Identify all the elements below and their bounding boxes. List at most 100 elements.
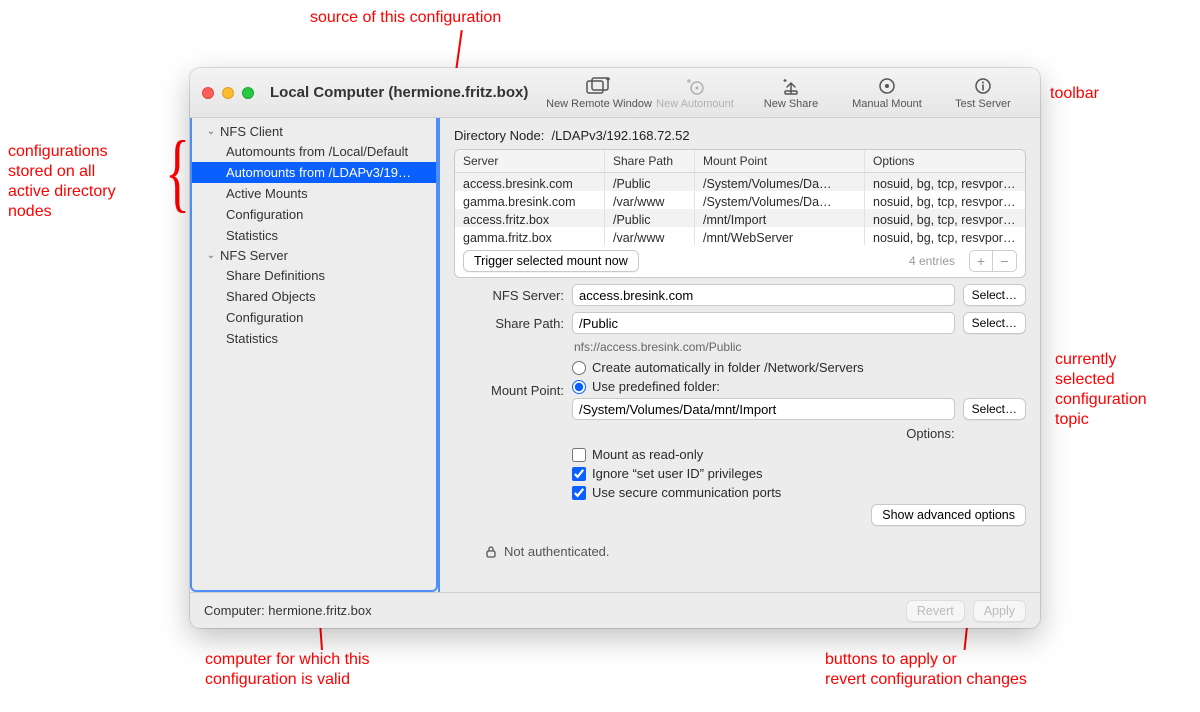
option-nosuid[interactable]: Ignore “set user ID” privileges [572,466,1026,481]
cell: /System/Volumes/Da… [695,173,865,191]
sidebar-item-shared-objects[interactable]: Shared Objects [192,286,436,307]
select-share-button[interactable]: Select… [963,312,1026,334]
toolbar-manual-mount[interactable]: Manual Mount [842,72,932,114]
window-title: Local Computer (hermione.fritz.box) [270,84,528,101]
cell: gamma.bresink.com [455,191,605,209]
cell: /mnt/Import [695,209,865,227]
close-icon[interactable] [202,87,214,99]
show-advanced-button[interactable]: Show advanced options [871,504,1026,526]
checkbox-input[interactable] [572,448,586,462]
app-window: Local Computer (hermione.fritz.box) New … [190,68,1040,628]
disk-icon [877,76,897,96]
annotation-selected-topic: currently selected configuration topic [1055,350,1147,430]
radio-auto-folder[interactable]: Create automatically in folder /Network/… [572,360,1026,375]
entries-count: 4 entries [909,254,955,268]
table-header: Server Share Path Mount Point Options [455,150,1025,173]
toolbar: New Remote Window New Automount New Shar… [554,72,1028,114]
titlebar: Local Computer (hermione.fritz.box) New … [190,68,1040,118]
radio-label: Use predefined folder: [592,379,720,394]
trigger-mount-button[interactable]: Trigger selected mount now [463,250,639,272]
cell: /var/www [605,191,695,209]
checkbox-label: Mount as read-only [592,447,703,462]
cell: /var/www [605,227,695,245]
toolbar-test-server[interactable]: Test Server [938,72,1028,114]
checkbox-input[interactable] [572,486,586,500]
radio-input[interactable] [572,361,586,375]
cell: access.fritz.box [455,209,605,227]
option-readonly[interactable]: Mount as read-only [572,447,1026,462]
sidebar-group-label: NFS Client [220,124,283,139]
annotation-comp-valid: computer for which this configuration is… [205,650,370,690]
share-path-input[interactable] [572,312,955,334]
table-row[interactable]: gamma.fritz.box /var/www /mnt/WebServer … [455,227,1025,245]
mounts-table: Server Share Path Mount Point Options ac… [454,149,1026,278]
toolbar-label: Manual Mount [852,98,922,110]
col-server[interactable]: Server [455,150,605,172]
annotation-pointer [455,30,463,70]
window-body: ⌄ NFS Client Automounts from /Local/Defa… [190,118,1040,592]
sidebar-item-share-definitions[interactable]: Share Definitions [192,265,436,286]
toolbar-label: New Remote Window [546,98,652,110]
minimize-icon[interactable] [222,87,234,99]
chevron-down-icon: ⌄ [206,250,216,261]
sidebar-item-active-mounts[interactable]: Active Mounts [192,183,436,204]
sparkle-share-icon [781,76,801,96]
mount-form: NFS Server: Select… Share Path: Select… … [454,284,1026,532]
cell: /Public [605,209,695,227]
col-share-path[interactable]: Share Path [605,150,695,172]
annotation-source: source of this configuration [310,8,501,28]
sidebar-group-nfs-server[interactable]: ⌄ NFS Server [192,246,436,265]
sidebar-item-automounts-local[interactable]: Automounts from /Local/Default [192,141,436,162]
checkbox-label: Use secure communication ports [592,485,781,500]
table-footer: Trigger selected mount now 4 entries + − [455,245,1025,277]
option-secure-ports[interactable]: Use secure communication ports [572,485,1026,500]
checkbox-label: Ignore “set user ID” privileges [592,466,763,481]
cell: gamma.fritz.box [455,227,605,245]
window-plus-icon [586,76,612,96]
sidebar-item-automounts-ldap[interactable]: Automounts from /LDAPv3/19… [192,162,436,183]
add-button[interactable]: + [969,250,993,272]
sparkle-disk-icon [685,76,705,96]
table-row[interactable]: access.fritz.box /Public /mnt/Import nos… [455,209,1025,227]
zoom-icon[interactable] [242,87,254,99]
toolbar-new-automount[interactable]: New Automount [650,72,740,114]
col-options[interactable]: Options [865,150,1025,172]
annotation-toolbar: toolbar [1050,84,1099,104]
sidebar-item-client-configuration[interactable]: Configuration [192,204,436,225]
sidebar-group-nfs-client[interactable]: ⌄ NFS Client [192,122,436,141]
options-label: Options: [572,426,955,441]
col-mount-point[interactable]: Mount Point [695,150,865,172]
auth-label: Not authenticated. [504,544,610,559]
cell: /Public [605,173,695,191]
table-row[interactable]: gamma.bresink.com /var/www /System/Volum… [455,191,1025,209]
lock-icon [484,545,498,559]
directory-node-value: /LDAPv3/192.168.72.52 [552,128,690,143]
auth-status[interactable]: Not authenticated. [484,544,1026,559]
remove-button[interactable]: − [993,250,1017,272]
directory-node: Directory Node: /LDAPv3/192.168.72.52 [454,128,1026,143]
checkbox-input[interactable] [572,467,586,481]
toolbar-new-share[interactable]: New Share [746,72,836,114]
nfs-server-input[interactable] [572,284,955,306]
share-path-label: Share Path: [454,316,564,331]
table-row[interactable]: access.bresink.com /Public /System/Volum… [455,173,1025,191]
add-remove-controls: + − [969,250,1017,272]
annotation-brace: { [165,130,190,218]
sidebar-group-label: NFS Server [220,248,288,263]
sidebar: ⌄ NFS Client Automounts from /Local/Defa… [190,118,440,592]
sidebar-item-server-statistics[interactable]: Statistics [192,328,436,349]
apply-button[interactable]: Apply [973,600,1026,622]
radio-predefined-folder[interactable]: Use predefined folder: [572,379,1026,394]
main-content: Directory Node: /LDAPv3/192.168.72.52 Se… [440,118,1040,592]
cell: nosuid, bg, tcp, resvport, in… [865,227,1025,245]
revert-button[interactable]: Revert [906,600,965,622]
select-server-button[interactable]: Select… [963,284,1026,306]
toolbar-new-remote-window[interactable]: New Remote Window [554,72,644,114]
predefined-folder-input[interactable] [572,398,955,420]
sidebar-item-client-statistics[interactable]: Statistics [192,225,436,246]
sidebar-item-server-configuration[interactable]: Configuration [192,307,436,328]
mount-point-label: Mount Point: [454,383,564,398]
radio-input[interactable] [572,380,586,394]
select-folder-button[interactable]: Select… [963,398,1026,420]
nfs-server-label: NFS Server: [454,288,564,303]
